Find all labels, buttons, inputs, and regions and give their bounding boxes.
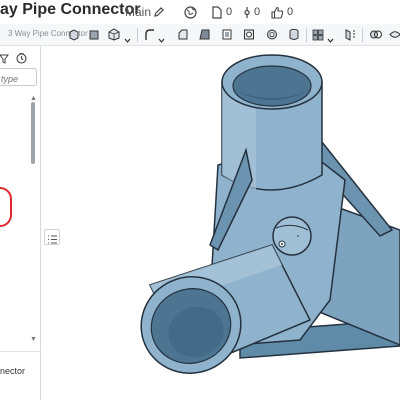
toolbar-divider: [362, 28, 363, 42]
hole-tool-icon[interactable]: [243, 28, 255, 41]
document-icon: [211, 5, 223, 19]
mirror-tool-icon[interactable]: [344, 28, 356, 41]
split-tool-icon[interactable]: [389, 28, 400, 41]
clock-icon[interactable]: [16, 51, 27, 69]
scroll-up-arrow-icon[interactable]: ▲: [30, 95, 37, 102]
parts-list-item[interactable]: nector: [0, 366, 25, 376]
branch-label[interactable]: Main: [125, 5, 151, 19]
pencil-icon[interactable]: [153, 3, 165, 21]
versions-button[interactable]: 0: [211, 3, 232, 21]
branch-icon: [243, 6, 251, 19]
cylinder-tool-icon[interactable]: [288, 28, 300, 41]
feature-list-panel: ▲ ▼ nector: [0, 46, 41, 400]
thicken-tool-icon[interactable]: [369, 28, 382, 41]
likes-count: 0: [287, 6, 294, 18]
scroll-down-arrow-icon[interactable]: ▼: [30, 336, 37, 343]
revolve-tool-icon[interactable]: [88, 28, 100, 41]
pattern-tool-icon[interactable]: [312, 28, 324, 41]
versions-count: 0: [226, 6, 233, 18]
chevron-down-icon[interactable]: [124, 31, 131, 43]
chevron-down-icon[interactable]: [158, 31, 165, 43]
toolbar-divider: [306, 28, 307, 42]
chevron-down-icon[interactable]: [327, 31, 334, 43]
feature-search-box[interactable]: [0, 68, 37, 87]
mate-connector-sphere[interactable]: [272, 216, 312, 256]
toolbar-divider: [137, 28, 138, 42]
red-highlight-annotation: [0, 187, 12, 227]
branches-button[interactable]: 0: [243, 3, 260, 21]
list-toggle-button[interactable]: [44, 229, 60, 245]
panel-divider: [0, 351, 41, 352]
branches-count: 0: [254, 6, 261, 18]
graphics-viewport[interactable]: [61, 46, 400, 400]
sweep-tool-icon[interactable]: [108, 28, 120, 41]
pipe-connector-model[interactable]: [61, 46, 400, 400]
globe-icon[interactable]: [184, 3, 197, 21]
thumbs-up-icon: [271, 6, 284, 19]
extrude-tool-icon[interactable]: [68, 28, 80, 41]
draft-tool-icon[interactable]: [199, 28, 211, 41]
filter-icon[interactable]: [0, 51, 10, 69]
document-title[interactable]: ay Pipe Connector: [0, 1, 140, 19]
chamfer-tool-icon[interactable]: [177, 28, 189, 41]
shell-tool-icon[interactable]: [221, 28, 233, 41]
title-bar: ay Pipe Connector Main 0 0 0: [0, 0, 400, 24]
boolean-tool-icon[interactable]: [266, 28, 278, 41]
scrollbar-thumb[interactable]: [31, 102, 35, 164]
likes-button[interactable]: 0: [271, 3, 293, 21]
list-icon: [47, 232, 58, 250]
fillet-tool-icon[interactable]: [144, 28, 156, 41]
feature-search-input[interactable]: [0, 71, 36, 87]
feature-toolbar: 3 Way Pipe Connector: [0, 24, 400, 46]
